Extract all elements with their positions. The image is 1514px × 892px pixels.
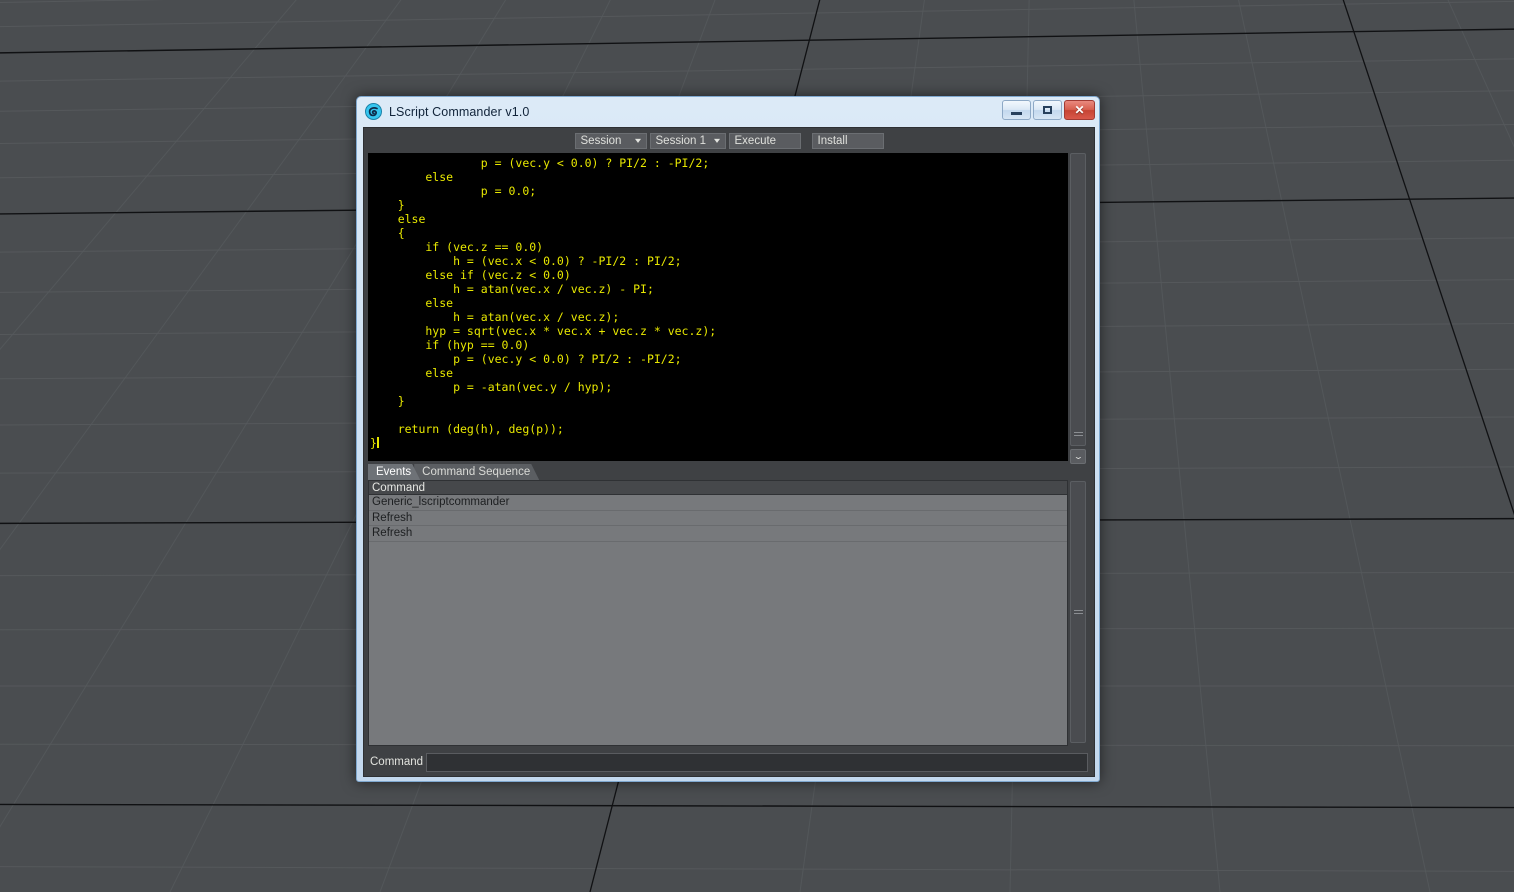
table-row[interactable]: Refresh	[369, 510, 1067, 526]
session-select-value: Session 1	[655, 134, 707, 147]
session-menu-label: Session	[580, 134, 622, 147]
table-row[interactable]: Refresh	[369, 526, 1067, 542]
install-button-label: Install	[817, 134, 848, 147]
minimize-icon	[1011, 111, 1022, 115]
toolbar: Session ▾ Session 1 ▾ Execute Install	[364, 131, 1094, 150]
list-region: Command Generic_lscriptcommander Refresh…	[368, 480, 1094, 746]
command-bar: Command	[370, 752, 1094, 772]
list-column-header: Command	[369, 481, 1067, 495]
restore-icon	[1043, 106, 1052, 114]
script-source-text: p = (vec.y < 0.0) ? PI/2 : -PI/2; else p…	[370, 156, 717, 450]
table-row[interactable]: Generic_lscriptcommander	[369, 495, 1067, 511]
window-controls: ✕	[1002, 100, 1095, 120]
close-icon: ✕	[1074, 103, 1085, 117]
list-vertical-scrollbar[interactable]	[1068, 480, 1088, 746]
chevron-down-icon: ▾	[635, 135, 642, 145]
execute-button-label: Execute	[734, 134, 777, 147]
execute-button[interactable]: Execute	[728, 132, 801, 149]
text-caret	[376, 437, 379, 448]
list-scroll-thumb[interactable]	[1070, 481, 1086, 743]
spiral-logo-icon	[365, 103, 382, 120]
tab-command-sequence[interactable]: Command Sequence	[414, 464, 539, 480]
row-command-text: Generic_lscriptcommander	[372, 496, 510, 509]
editor-scroll-down-button[interactable]: ⌄	[1070, 449, 1086, 464]
restore-button[interactable]	[1033, 100, 1062, 120]
editor-region: p = (vec.y < 0.0) ? PI/2 : -PI/2; else p…	[368, 153, 1094, 464]
script-code-editor[interactable]: p = (vec.y < 0.0) ? PI/2 : -PI/2; else p…	[368, 153, 1068, 461]
command-input-label: Command	[370, 756, 424, 768]
window-title: LScript Commander v1.0	[389, 104, 530, 119]
events-list[interactable]: Command Generic_lscriptcommander Refresh…	[368, 480, 1068, 746]
session-menu-dropdown[interactable]: Session ▾	[574, 132, 647, 149]
window-titlebar[interactable]: LScript Commander v1.0 ✕	[357, 97, 1099, 126]
row-command-text: Refresh	[372, 527, 413, 540]
minimize-button[interactable]	[1002, 100, 1031, 120]
lscript-commander-window: LScript Commander v1.0 ✕ Session ▾ Sessi…	[356, 96, 1100, 782]
tab-events-label: Events	[376, 466, 412, 478]
install-button[interactable]: Install	[811, 132, 884, 149]
chevron-down-icon: ⌄	[1072, 451, 1084, 461]
row-command-text: Refresh	[372, 511, 413, 524]
chevron-down-icon: ▾	[714, 135, 721, 145]
close-button[interactable]: ✕	[1064, 100, 1095, 120]
session-select-dropdown[interactable]: Session 1 ▾	[649, 132, 726, 149]
editor-vertical-scrollbar[interactable]: ⌄	[1068, 153, 1088, 464]
column-header-command: Command	[372, 481, 426, 494]
scroll-grip-icon	[1073, 608, 1083, 616]
panel-tabs: Events Command Sequence	[368, 463, 1094, 480]
command-input[interactable]	[426, 752, 1088, 772]
window-client-area: Session ▾ Session 1 ▾ Execute Install p …	[363, 127, 1095, 777]
tab-events[interactable]: Events	[368, 464, 420, 480]
editor-scroll-thumb[interactable]	[1070, 153, 1086, 446]
tab-command-sequence-label: Command Sequence	[422, 466, 531, 478]
scroll-grip-icon	[1073, 430, 1083, 438]
